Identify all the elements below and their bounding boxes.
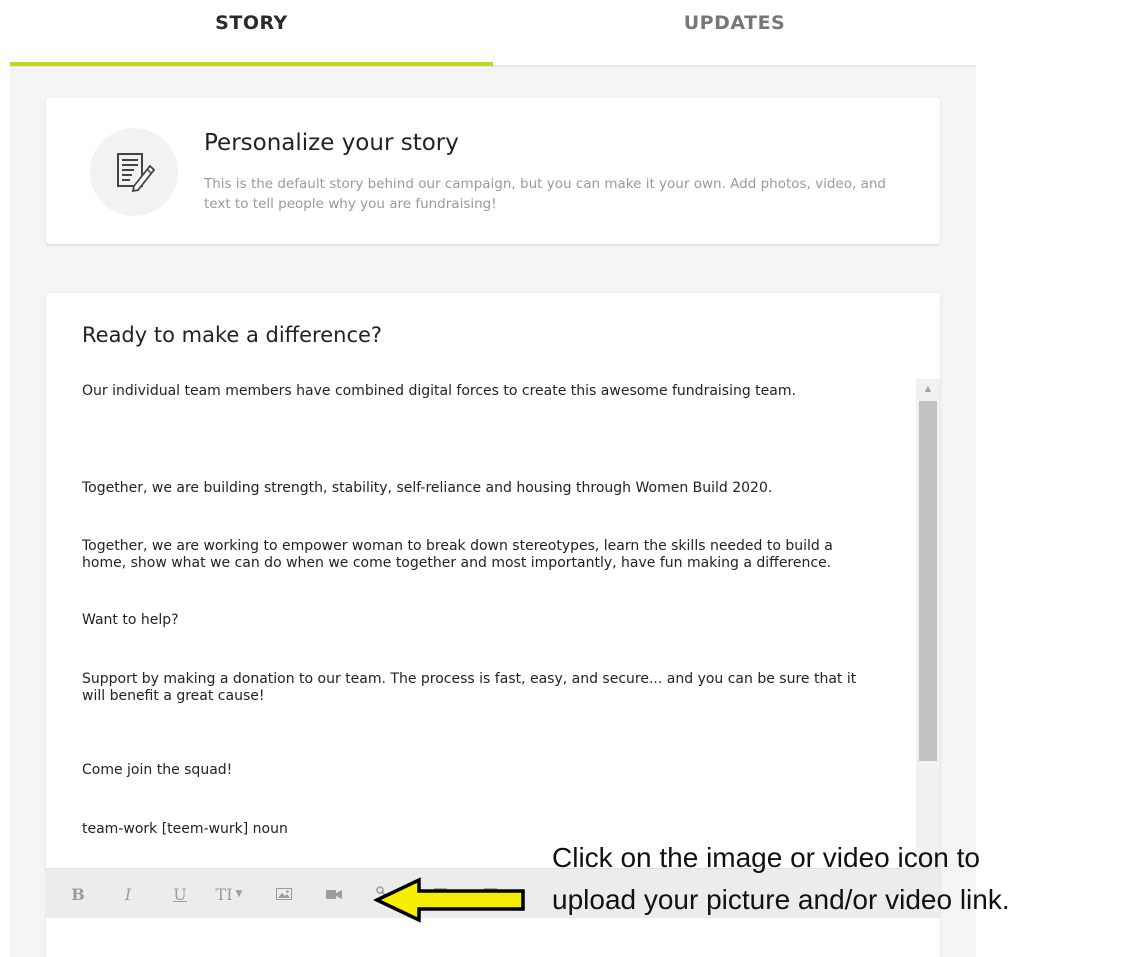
personalize-title: Personalize your story xyxy=(204,130,459,156)
image-icon xyxy=(276,888,292,900)
story-paragraph: Our individual team members have combine… xyxy=(82,383,796,399)
annotation-callout: Click on the image or video icon to uplo… xyxy=(552,837,1128,921)
story-paragraph: Together, we are building strength, stab… xyxy=(82,480,773,496)
italic-button[interactable]: I xyxy=(118,883,138,905)
tab-updates-label: UPDATES xyxy=(683,12,786,34)
active-tab-indicator xyxy=(10,62,493,66)
annotation-line-1: Click on the image or video icon to xyxy=(552,842,980,873)
annotation-line-2: upload your picture and/or video link. xyxy=(552,884,1010,915)
story-paragraph: Come join the squad! xyxy=(82,762,233,778)
video-icon xyxy=(326,889,342,899)
story-paragraph: Want to help? xyxy=(82,612,179,628)
bold-button[interactable]: B xyxy=(68,883,88,905)
text-size-label: TI xyxy=(215,884,233,904)
story-paragraph: team-work [teem-wurk] noun xyxy=(82,821,288,837)
story-title: Ready to make a difference? xyxy=(82,323,383,347)
tab-bar: STORY UPDATES xyxy=(10,0,976,67)
text-size-button[interactable]: TI ▼ xyxy=(215,883,243,905)
story-editor[interactable]: Our individual team members have combine… xyxy=(82,383,912,853)
caret-down-icon: ▼ xyxy=(235,889,243,899)
tab-story[interactable]: STORY xyxy=(10,0,493,66)
personalize-card: Personalize your story This is the defau… xyxy=(46,98,940,244)
image-upload-button[interactable] xyxy=(274,883,294,905)
tab-story-label: STORY xyxy=(215,12,288,34)
story-paragraph: Together, we are working to empower woma… xyxy=(82,538,833,571)
scrollbar-thumb[interactable] xyxy=(919,401,937,761)
document-edit-icon xyxy=(90,128,178,216)
scroll-up-icon[interactable]: ▲ xyxy=(916,379,940,397)
story-paragraph: Support by making a donation to our team… xyxy=(82,671,857,704)
tab-updates[interactable]: UPDATES xyxy=(493,0,976,66)
annotation-arrow-icon xyxy=(373,877,525,923)
personalize-description: This is the default story behind our cam… xyxy=(204,176,886,212)
underline-button[interactable]: U xyxy=(170,883,190,905)
editor-scrollbar[interactable]: ▲ xyxy=(916,379,940,871)
video-upload-button[interactable] xyxy=(324,883,344,905)
